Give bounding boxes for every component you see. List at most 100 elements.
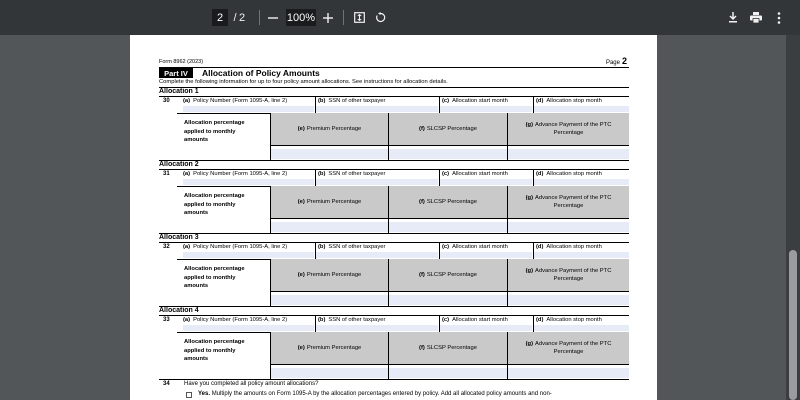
allocation-title: Allocation 1: [159, 88, 199, 95]
line-number: 31: [163, 171, 170, 177]
allocation-rule: [159, 242, 629, 243]
start-month-input[interactable]: [440, 106, 532, 112]
ssn-label: (b) SSN of other taxpayer: [318, 171, 386, 177]
ssn-input[interactable]: [316, 325, 438, 331]
line-number: 33: [163, 317, 170, 323]
stop-month-input[interactable]: [534, 325, 629, 331]
policy-number-input[interactable]: [183, 106, 314, 112]
yes-label: Yes.: [198, 391, 211, 397]
start-month-input[interactable]: [440, 179, 532, 185]
pdf-toolbar: 2 / 2 100%: [0, 0, 800, 35]
slcsp-percentage-header: (f) SLCSP Percentage: [389, 332, 507, 364]
fit-to-page-icon[interactable]: [352, 0, 366, 35]
allocation-rule: [159, 315, 629, 316]
allocation-title: Allocation 2: [159, 161, 199, 168]
ssn-input[interactable]: [316, 179, 438, 185]
allocation-rule: [159, 169, 629, 170]
print-icon[interactable]: [749, 0, 763, 35]
page-number-input[interactable]: 2: [212, 9, 228, 26]
premium-percentage-input[interactable]: [271, 149, 388, 159]
allocation-title: Allocation 4: [159, 307, 199, 314]
stop-month-input[interactable]: [534, 179, 629, 185]
start-month-label: (c) Allocation start month: [442, 244, 508, 250]
policy-number-label: (a) Policy Number (Form 1095-A, line 2): [183, 171, 288, 177]
policy-number-label: (a) Policy Number (Form 1095-A, line 2): [183, 244, 288, 250]
allocation-block: Allocation 4 33 (a) Policy Number (Form 1…: [159, 307, 629, 380]
stop-month-input[interactable]: [534, 106, 629, 112]
allocation-title: Allocation 3: [159, 234, 199, 241]
zoom-level-input[interactable]: 100%: [286, 9, 316, 26]
scrollbar-thumb[interactable]: [789, 250, 797, 400]
slcsp-percentage-header: (f) SLCSP Percentage: [389, 186, 507, 218]
stop-month-label: (d) Allocation stop month: [536, 244, 602, 250]
allocation-percentage-label: Allocation percentage applied to monthly…: [184, 120, 245, 143]
stop-month-label: (d) Allocation stop month: [536, 171, 602, 177]
ssn-label: (b) SSN of other taxpayer: [318, 98, 386, 104]
policy-number-label: (a) Policy Number (Form 1095-A, line 2): [183, 317, 288, 323]
ssn-label: (b) SSN of other taxpayer: [318, 244, 386, 250]
part-title: Allocation of Policy Amounts: [202, 68, 320, 78]
pdf-page: Form 8962 (2023) Page 2 Part IV Allocatio…: [130, 35, 657, 400]
part-label: Part IV: [159, 68, 193, 78]
yes-text: Multiply the amounts on Form 1095-A by t…: [211, 391, 552, 397]
stop-month-label: (d) Allocation stop month: [536, 317, 602, 323]
yes-checkbox[interactable]: [186, 392, 192, 398]
allocation-block: Allocation 1 30 (a) Policy Number (Form 1…: [159, 88, 629, 161]
slcsp-percentage-header: (f) SLCSP Percentage: [389, 113, 507, 145]
policy-number-input[interactable]: [183, 179, 314, 185]
ssn-input[interactable]: [316, 252, 438, 258]
slcsp-percentage-input[interactable]: [389, 368, 507, 378]
page-header: Page 2: [606, 56, 627, 66]
form-id: Form 8962 (2023): [159, 59, 204, 65]
start-month-label: (c) Allocation start month: [442, 98, 508, 104]
advance-payment-input[interactable]: [508, 149, 629, 159]
advance-payment-input[interactable]: [508, 368, 629, 378]
start-month-label: (c) Allocation start month: [442, 171, 508, 177]
toolbar-divider: [259, 10, 260, 25]
page-number: 2: [621, 56, 627, 66]
allocation-block: Allocation 2 31 (a) Policy Number (Form 1…: [159, 161, 629, 234]
advance-payment-header: (g) Advance Payment of the PTC Percentage: [508, 113, 629, 145]
row-divider: [270, 218, 629, 219]
stop-month-input[interactable]: [534, 252, 629, 258]
ssn-input[interactable]: [316, 106, 438, 112]
row-divider: [270, 291, 629, 292]
premium-percentage-input[interactable]: [271, 222, 388, 232]
premium-percentage-header: (e) Premium Percentage: [271, 186, 388, 218]
line-number: 32: [163, 244, 170, 250]
zoom-out-icon[interactable]: [266, 0, 280, 35]
advance-payment-input[interactable]: [508, 222, 629, 232]
allocation-rule: [159, 96, 629, 97]
advance-payment-header: (g) Advance Payment of the PTC Percentage: [508, 332, 629, 364]
premium-percentage-input[interactable]: [271, 368, 388, 378]
more-options-icon[interactable]: [774, 0, 784, 35]
start-month-input[interactable]: [440, 325, 532, 331]
start-month-input[interactable]: [440, 252, 532, 258]
download-icon[interactable]: [726, 0, 740, 35]
slcsp-percentage-input[interactable]: [389, 149, 507, 159]
policy-number-label: (a) Policy Number (Form 1095-A, line 2): [183, 98, 288, 104]
premium-percentage-header: (e) Premium Percentage: [271, 332, 388, 364]
slcsp-percentage-input[interactable]: [389, 295, 507, 305]
line-number: 30: [163, 98, 170, 104]
rotate-icon[interactable]: [373, 0, 387, 35]
advance-payment-input[interactable]: [508, 295, 629, 305]
ssn-label: (b) SSN of other taxpayer: [318, 317, 386, 323]
advance-payment-header: (g) Advance Payment of the PTC Percentage: [508, 186, 629, 218]
policy-number-input[interactable]: [183, 325, 314, 331]
allocation-percentage-label: Allocation percentage applied to monthly…: [184, 193, 245, 216]
allocation-percentage-label: Allocation percentage applied to monthly…: [184, 339, 245, 362]
question-number: 34: [163, 381, 170, 387]
premium-percentage-input[interactable]: [271, 295, 388, 305]
start-month-label: (c) Allocation start month: [442, 317, 508, 323]
premium-percentage-header: (e) Premium Percentage: [271, 113, 388, 145]
stop-month-label: (d) Allocation stop month: [536, 98, 602, 104]
policy-number-input[interactable]: [183, 252, 314, 258]
question-text: Have you completed all policy amount all…: [184, 381, 319, 387]
slcsp-percentage-input[interactable]: [389, 222, 507, 232]
allocation-block: Allocation 3 32 (a) Policy Number (Form 1…: [159, 234, 629, 307]
row-divider: [270, 364, 629, 365]
zoom-in-icon[interactable]: [321, 0, 335, 35]
row-divider: [270, 145, 629, 146]
allocation-bottom-rule: [159, 379, 629, 380]
